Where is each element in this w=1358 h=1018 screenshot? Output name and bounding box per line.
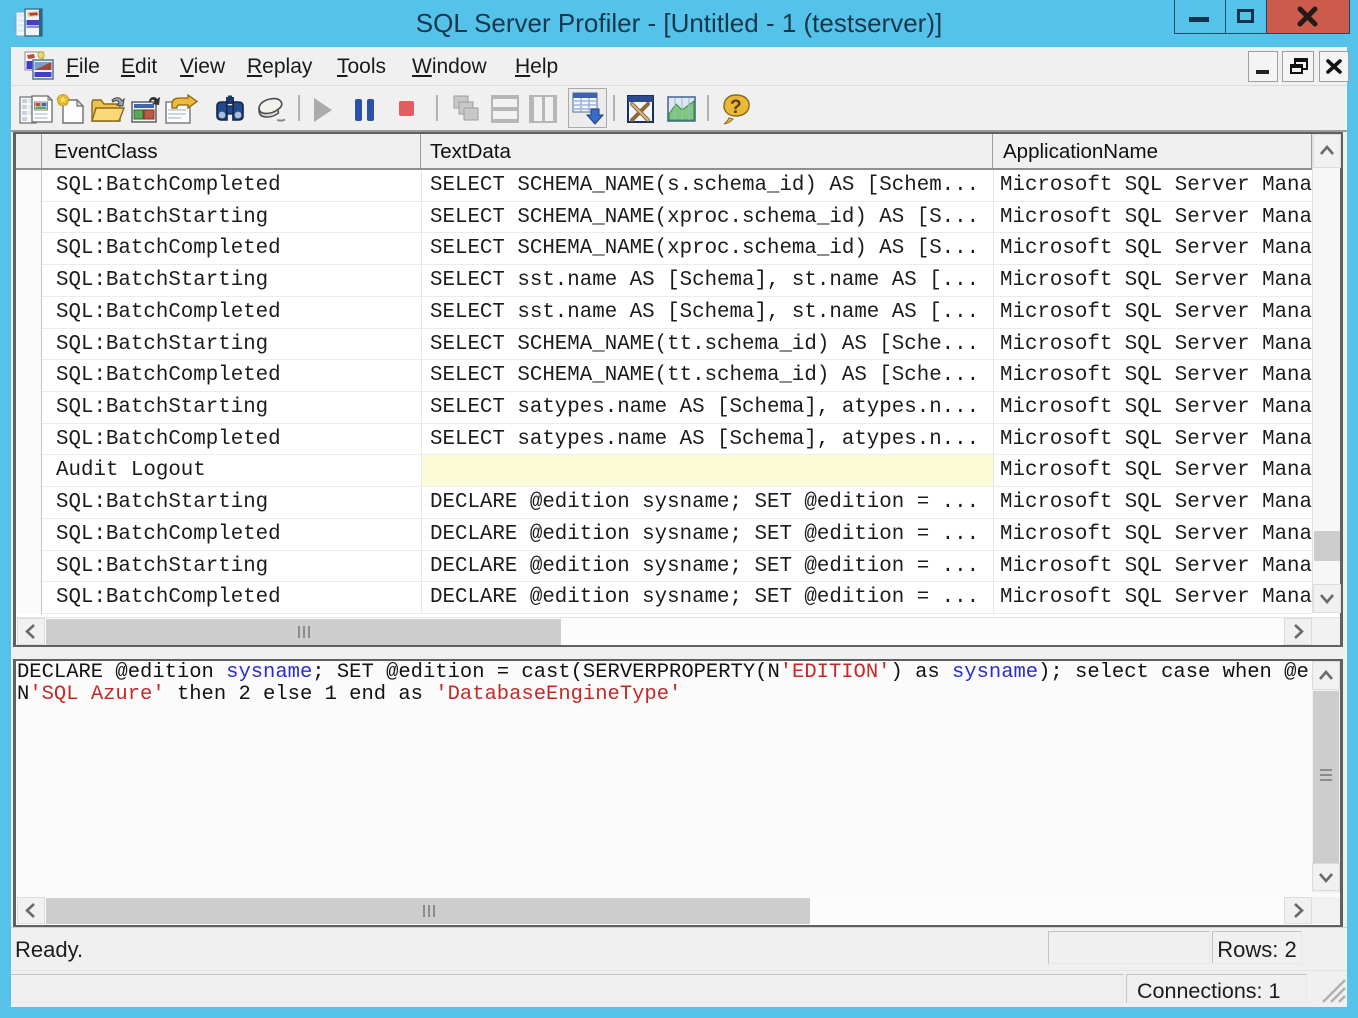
svg-text:?: ? (730, 97, 742, 118)
